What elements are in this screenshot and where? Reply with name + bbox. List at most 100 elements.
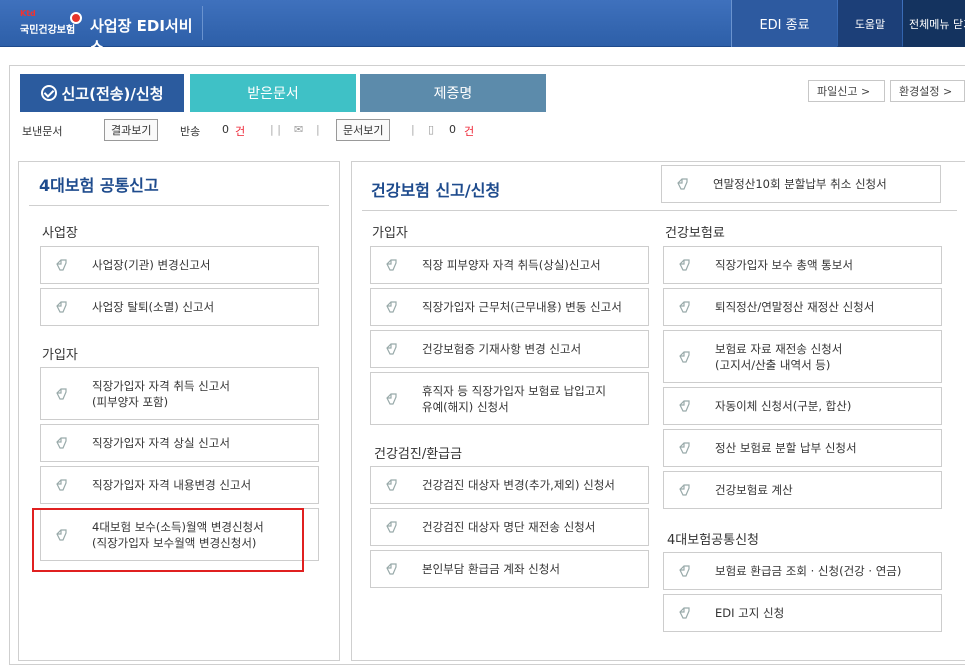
- document-edit-icon: [386, 392, 397, 405]
- document-edit-icon: [56, 301, 67, 313]
- form-item-line: EDI 고지 신청: [715, 606, 785, 620]
- section-title: 사업장: [42, 226, 78, 241]
- document-edit-icon: [679, 484, 690, 496]
- form-item[interactable]: 정산 보험료 분할 납부 신청서: [663, 429, 942, 467]
- logo-org: 국민건강보험: [20, 25, 76, 36]
- form-item-line: 직장가입자 자격 상실 신고서: [92, 436, 230, 450]
- form-item[interactable]: 휴직자 등 직장가입자 보험료 납입고지 유예(해지) 신청서: [370, 372, 649, 425]
- returned-count: 0: [222, 123, 229, 136]
- form-item-line: 보험료 자료 재전송 신청서: [715, 341, 843, 356]
- document-edit-icon: [679, 259, 690, 271]
- form-item-line: 연말정산10회 분할납부 취소 신청서: [713, 177, 887, 191]
- view-result-button[interactable]: 결과보기: [104, 119, 159, 141]
- form-item-label: 직장가입자 보수 총액 통보서: [715, 257, 853, 273]
- form-item[interactable]: 건강보험료 계산: [663, 471, 942, 509]
- form-item[interactable]: 보험료 환급금 조회 · 신청(건강 · 연금): [663, 552, 942, 590]
- settings-button[interactable]: 환경설정 >: [890, 80, 965, 102]
- document-edit-icon: [677, 178, 688, 190]
- form-item-label: 정산 보험료 분할 납부 신청서: [715, 440, 857, 456]
- tab-send-report[interactable]: 신고(전송)/신청: [20, 74, 184, 112]
- form-item-label: 건강검진 대상자 변경(추가,제외) 신청서: [422, 477, 615, 493]
- form-item-label: 본인부담 환급금 계좌 신청서: [422, 561, 560, 577]
- form-item[interactable]: 퇴직정산/연말정산 재정산 신청서: [663, 288, 942, 326]
- divider: [29, 205, 329, 206]
- top-bar: Ktd 국민건강보험 사업장 EDI서비스 EDI 종료 도움말 전체메뉴 닫기: [0, 0, 965, 56]
- form-item[interactable]: 연말정산10회 분할납부 취소 신청서: [661, 165, 941, 203]
- form-item-line: 본인부담 환급금 계좌 신청서: [422, 562, 560, 576]
- service-title: 사업장 EDI서비스: [90, 17, 193, 56]
- document-edit-icon: [386, 343, 397, 355]
- highlight-box: [32, 508, 304, 572]
- form-item[interactable]: 자동이체 신청서(구분, 합산): [663, 387, 942, 425]
- edi-end-button[interactable]: EDI 종료: [731, 0, 837, 47]
- form-item-label: EDI 고지 신청: [715, 605, 784, 621]
- form-item-label: 건강보험료 계산: [715, 482, 793, 498]
- form-item-label: 직장 피부양자 자격 취득(상실)신고서: [422, 257, 601, 273]
- form-item-line: 보험료 환급금 조회 · 신청(건강 · 연금): [715, 564, 902, 578]
- form-item-line: 유예(해지) 신청서: [422, 399, 509, 414]
- form-item-label: 직장가입자 자격 내용변경 신고서: [92, 477, 251, 493]
- document-edit-icon: [386, 563, 397, 575]
- form-item-label: 건강검진 대상자 명단 재전송 신청서: [422, 519, 595, 535]
- document-edit-icon: [679, 400, 690, 412]
- form-item-line: 직장가입자 자격 취득 신고서: [92, 378, 230, 393]
- document-edit-icon: [56, 437, 67, 449]
- logo[interactable]: Ktd 국민건강보험 사업장 EDI서비스: [6, 6, 203, 56]
- returned-label: 반송: [180, 125, 201, 138]
- form-item[interactable]: 보험료 자료 재전송 신청서 (고지서/산출 내역서 등): [663, 330, 942, 383]
- logo-icon: [70, 12, 82, 24]
- form-item-line: 직장가입자 자격 내용변경 신고서: [92, 478, 252, 492]
- document-edit-icon: [56, 387, 67, 400]
- document-edit-icon: [386, 479, 397, 491]
- tab-certificates[interactable]: 제증명: [360, 74, 546, 112]
- form-item[interactable]: 사업장(기관) 변경신고서: [40, 246, 319, 284]
- view-docs-button[interactable]: 문서보기: [336, 119, 391, 141]
- section-title: 4대보험공통신청: [667, 533, 759, 548]
- form-item-label: 보험료 자료 재전송 신청서 (고지서/산출 내역서 등): [715, 341, 842, 373]
- divider: |: [411, 123, 415, 136]
- document-icon[interactable]: ▯: [428, 123, 434, 136]
- document-edit-icon: [679, 565, 690, 577]
- form-item-line: 사업장 탈퇴(소멸) 신고서: [92, 300, 215, 314]
- tab-received-docs[interactable]: 받은문서: [190, 74, 356, 112]
- form-item-line: 직장 피부양자 자격 취득(상실)신고서: [422, 258, 601, 272]
- form-item-line: 직장가입자 근무처(근무내용) 변동 신고서: [422, 300, 622, 314]
- form-item[interactable]: 직장가입자 자격 취득 신고서 (피부양자 포함): [40, 367, 319, 420]
- form-item[interactable]: 직장가입자 보수 총액 통보서: [663, 246, 942, 284]
- file-report-button[interactable]: 파일신고 >: [808, 80, 885, 102]
- divider: [202, 6, 203, 40]
- form-item-label: 보험료 환급금 조회 · 신청(건강 · 연금): [715, 563, 901, 579]
- form-item-line: 자동이체 신청서(구분, 합산): [715, 399, 852, 413]
- all-menu-button[interactable]: 전체메뉴 닫기: [903, 0, 965, 47]
- form-item[interactable]: 직장가입자 자격 상실 신고서: [40, 424, 319, 462]
- document-edit-icon: [386, 259, 397, 271]
- section-title: 가입자: [42, 348, 78, 363]
- mail-icon[interactable]: ✉: [294, 123, 303, 136]
- form-item-line: (피부양자 포함): [92, 394, 169, 409]
- form-item[interactable]: 직장가입자 자격 내용변경 신고서: [40, 466, 319, 504]
- form-item[interactable]: 건강검진 대상자 변경(추가,제외) 신청서: [370, 466, 649, 504]
- panel-title: 건강보험 신고/신청: [371, 181, 501, 200]
- form-item-label: 휴직자 등 직장가입자 보험료 납입고지 유예(해지) 신청서: [422, 383, 606, 415]
- section-title: 가입자: [372, 226, 408, 241]
- help-button[interactable]: 도움말: [838, 0, 902, 47]
- divider: [362, 210, 957, 211]
- form-item[interactable]: 사업장 탈퇴(소멸) 신고서: [40, 288, 319, 326]
- form-item[interactable]: 건강검진 대상자 명단 재전송 신청서: [370, 508, 649, 546]
- form-item-line: 퇴직정산/연말정산 재정산 신청서: [715, 300, 875, 314]
- form-item-label: 사업장 탈퇴(소멸) 신고서: [92, 299, 214, 315]
- form-item[interactable]: EDI 고지 신청: [663, 594, 942, 632]
- form-item[interactable]: 직장 피부양자 자격 취득(상실)신고서: [370, 246, 649, 284]
- form-item[interactable]: 직장가입자 근무처(근무내용) 변동 신고서: [370, 288, 649, 326]
- form-item-line: 건강검진 대상자 변경(추가,제외) 신청서: [422, 478, 615, 492]
- form-item-label: 퇴직정산/연말정산 재정산 신청서: [715, 299, 874, 315]
- form-item-label: 직장가입자 자격 취득 신고서 (피부양자 포함): [92, 378, 230, 410]
- sent-docs-label: 보낸문서: [22, 125, 63, 138]
- form-item-line: 정산 보험료 분할 납부 신청서: [715, 441, 857, 455]
- doc-count: 0: [449, 123, 456, 136]
- divider: | |: [270, 123, 281, 136]
- form-item-line: 사업장(기관) 변경신고서: [92, 258, 211, 272]
- document-edit-icon: [679, 350, 690, 363]
- form-item[interactable]: 건강보험증 기재사항 변경 신고서: [370, 330, 649, 368]
- form-item[interactable]: 본인부담 환급금 계좌 신청서: [370, 550, 649, 588]
